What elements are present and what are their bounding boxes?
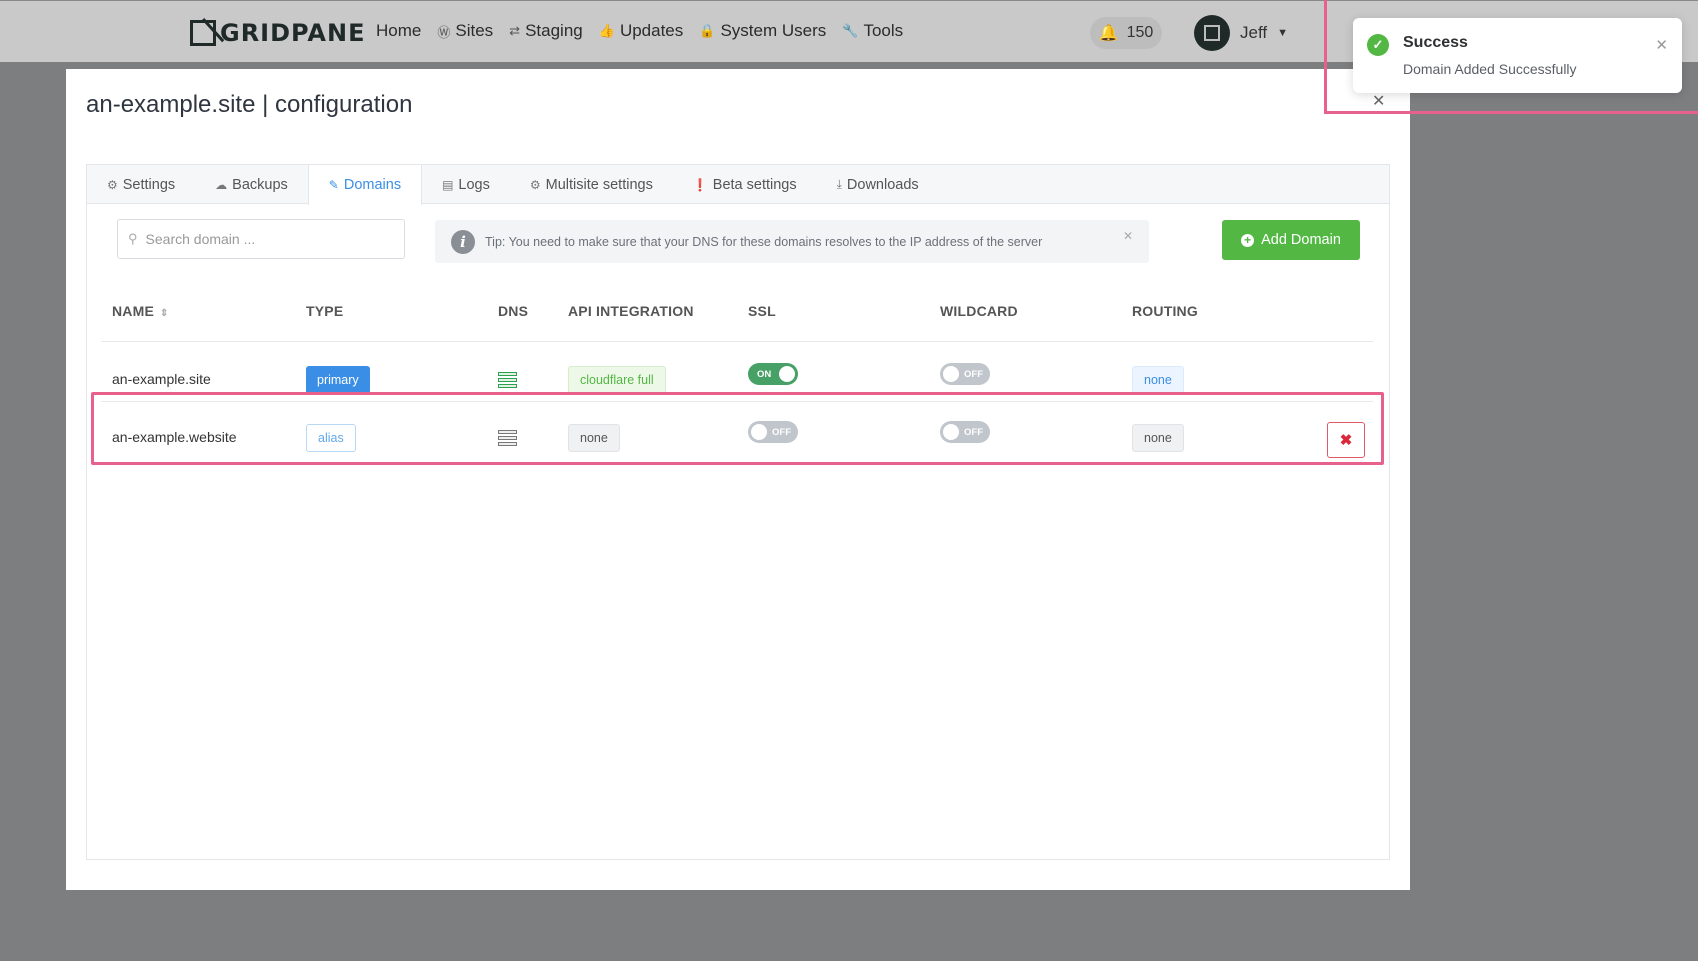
tab-label: Downloads xyxy=(846,176,919,193)
domain-name: an-example.site xyxy=(112,371,211,387)
notifications-count: 150 xyxy=(1126,24,1154,41)
download-icon: ⤓ xyxy=(836,177,842,191)
check-circle-icon: ✓ xyxy=(1367,34,1389,56)
tab-backups[interactable]: ☁ Backups xyxy=(195,165,308,204)
highlight-new-domain-row xyxy=(91,392,1384,465)
toggle-label: ON xyxy=(757,368,772,380)
add-domain-button[interactable]: + Add Domain xyxy=(1222,220,1360,260)
logo-text: GRIDPANE xyxy=(220,19,366,47)
edit-icon: ✎ xyxy=(328,178,339,192)
caret-down-icon: ▼ xyxy=(1277,27,1288,39)
config-card: ⚙ Settings ☁ Backups ✎ Domains ▤ Logs ⚙ Multi… xyxy=(86,164,1390,860)
document-icon: ▤ xyxy=(442,177,454,192)
thumbs-up-icon: 👍 xyxy=(598,23,615,38)
tab-downloads[interactable]: ⤓ Downloads xyxy=(817,165,939,204)
nav-system-users-label: System Users xyxy=(720,21,827,40)
nav-updates-label: Updates xyxy=(619,21,684,40)
tab-settings[interactable]: ⚙ Settings xyxy=(87,165,195,204)
user-menu[interactable]: Jeff ▼ xyxy=(1194,15,1288,51)
tab-logs[interactable]: ▤ Logs xyxy=(422,165,510,204)
add-domain-label: Add Domain xyxy=(1261,232,1341,248)
wrench-icon: 🔧 xyxy=(842,23,859,38)
success-toast: ✓ Success Domain Added Successfully ✕ xyxy=(1353,18,1682,93)
cloud-icon: ☁ xyxy=(215,177,228,192)
search-icon: ⚲ xyxy=(128,231,138,246)
close-toast-icon[interactable]: ✕ xyxy=(1655,36,1668,54)
nav-staging-label: Staging xyxy=(525,21,583,40)
alert-icon: ❗ xyxy=(692,177,708,192)
col-header-type: TYPE xyxy=(306,303,344,319)
tab-label: Domains xyxy=(343,177,402,193)
notifications-button[interactable]: 🔔 150 xyxy=(1090,17,1162,49)
search-input[interactable] xyxy=(145,231,386,247)
toast-title: Success xyxy=(1403,34,1468,51)
nav-staging[interactable]: ⇄ Staging xyxy=(509,21,583,41)
nav-system-users[interactable]: 🔒 System Users xyxy=(699,21,826,41)
api-integration-badge: cloudflare full xyxy=(568,366,666,394)
header-label: NAME xyxy=(112,303,155,319)
nav-updates[interactable]: 👍 Updates xyxy=(599,21,684,41)
configuration-modal: an-example.site | configuration ✕ ⚙ Setti… xyxy=(66,69,1410,890)
tab-beta-settings[interactable]: ❗ Beta settings xyxy=(673,165,817,204)
user-lock-icon: 🔒 xyxy=(699,23,716,38)
nav-tools[interactable]: 🔧 Tools xyxy=(842,21,903,41)
tab-label: Settings xyxy=(122,176,176,193)
col-header-name[interactable]: NAME ⇕ xyxy=(112,303,169,319)
col-header-wildcard: WILDCARD xyxy=(940,303,1018,319)
tab-domains[interactable]: ✎ Domains xyxy=(307,165,423,205)
plus-circle-icon: + xyxy=(1241,233,1255,247)
toggle-label: OFF xyxy=(964,368,983,380)
gear-icon: ⚙ xyxy=(529,177,541,192)
info-icon: i xyxy=(451,229,475,254)
main-nav: Home Ⓦ Sites ⇄ Staging 👍 Updates 🔒 System Us… xyxy=(376,21,903,41)
sort-icon: ⇕ xyxy=(160,308,169,319)
gridpane-logo-icon xyxy=(190,20,216,46)
nav-tools-label: Tools xyxy=(863,21,904,40)
config-tabs: ⚙ Settings ☁ Backups ✎ Domains ▤ Logs ⚙ Multi… xyxy=(87,165,1389,205)
tab-label: Backups xyxy=(232,176,288,193)
close-tip-icon[interactable]: ✕ xyxy=(1123,229,1133,243)
nav-sites-label: Sites xyxy=(455,21,494,40)
tab-label: Logs xyxy=(458,176,490,193)
col-header-routing: ROUTING xyxy=(1132,303,1198,319)
tab-multisite-settings[interactable]: ⚙ Multisite settings xyxy=(510,165,673,204)
routing-badge: none xyxy=(1132,366,1184,394)
header-divider xyxy=(101,341,1373,342)
tip-text: Tip: You need to make sure that your DNS… xyxy=(485,234,1043,249)
toast-message: Domain Added Successfully xyxy=(1403,61,1577,77)
avatar xyxy=(1194,15,1230,51)
nav-home-label: Home xyxy=(376,21,422,40)
nav-sites[interactable]: Ⓦ Sites xyxy=(437,21,493,41)
type-badge: primary xyxy=(306,366,370,394)
nav-home[interactable]: Home xyxy=(376,21,421,41)
user-name: Jeff xyxy=(1240,23,1268,42)
col-header-ssl: SSL xyxy=(748,303,776,319)
search-domain-box: ⚲ xyxy=(117,219,405,259)
col-header-api: API INTEGRATION xyxy=(568,303,694,319)
tab-label: Multisite settings xyxy=(545,176,653,193)
wordpress-icon: Ⓦ xyxy=(437,24,451,40)
sync-icon: ⇄ xyxy=(509,23,521,38)
tab-label: Beta settings xyxy=(712,176,797,193)
bell-icon: 🔔 xyxy=(1098,25,1119,42)
gridpane-logo[interactable]: GRIDPANE xyxy=(190,19,365,47)
ssl-toggle[interactable]: ON xyxy=(748,363,798,385)
modal-title: an-example.site | configuration xyxy=(86,91,413,118)
dns-tip: i Tip: You need to make sure that your D… xyxy=(435,220,1149,263)
gear-icon: ⚙ xyxy=(107,177,118,192)
dns-server-icon[interactable] xyxy=(498,372,517,388)
wildcard-toggle[interactable]: OFF xyxy=(940,363,990,385)
col-header-dns: DNS xyxy=(498,303,529,319)
